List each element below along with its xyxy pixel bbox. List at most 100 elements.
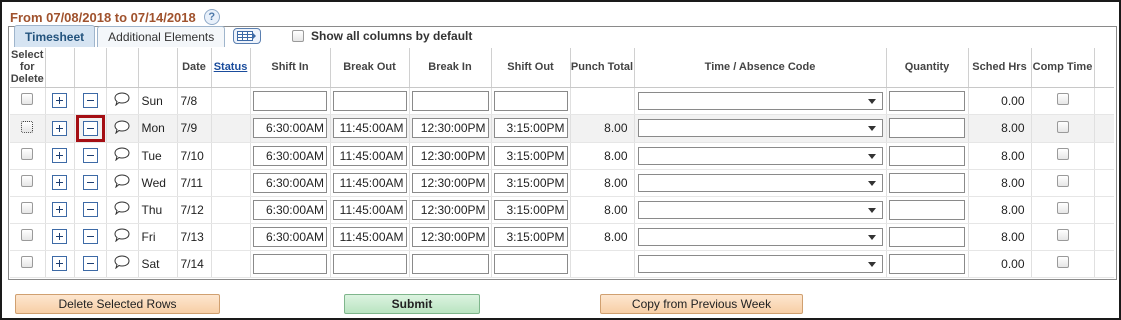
select-for-delete-checkbox[interactable] bbox=[21, 229, 34, 241]
col-status[interactable]: Status bbox=[210, 48, 250, 88]
break-in-input[interactable]: 12:30:00PM bbox=[411, 145, 489, 166]
comment-cell bbox=[105, 196, 138, 224]
add-row-button[interactable] bbox=[52, 175, 67, 191]
shift-out-input[interactable]: 3:15:00PM bbox=[493, 199, 568, 220]
shift-out-input[interactable]: 3:15:00PM bbox=[493, 118, 568, 138]
break-out-input[interactable]: 11:45:00AM bbox=[332, 199, 407, 220]
select-for-delete-checkbox[interactable] bbox=[21, 202, 34, 214]
quantity-input[interactable] bbox=[889, 118, 965, 138]
comp-time-checkbox[interactable] bbox=[1056, 256, 1069, 268]
add-row-button[interactable] bbox=[52, 202, 67, 218]
shift-out-input[interactable]: 3:15:00PM bbox=[493, 172, 568, 193]
shift-in-input[interactable] bbox=[253, 253, 327, 274]
add-row-button[interactable] bbox=[52, 256, 67, 272]
break-out-input[interactable]: 11:45:00AM bbox=[332, 172, 407, 193]
break-out-input[interactable]: 11:45:00AM bbox=[332, 145, 407, 166]
time-absence-code-select[interactable] bbox=[637, 91, 883, 110]
help-icon[interactable]: ? bbox=[203, 9, 220, 25]
time-absence-code-select[interactable] bbox=[637, 173, 883, 192]
quantity-input[interactable] bbox=[889, 253, 965, 274]
break-in-input[interactable]: 12:30:00PM bbox=[411, 118, 489, 138]
time-absence-code-select[interactable] bbox=[637, 227, 883, 246]
select-for-delete-checkbox[interactable] bbox=[21, 175, 34, 187]
remove-row-button[interactable] bbox=[82, 93, 98, 109]
time-absence-code-select[interactable] bbox=[637, 200, 883, 219]
shift-out-input[interactable] bbox=[493, 90, 568, 111]
tab-timesheet[interactable]: Timesheet bbox=[14, 25, 96, 47]
select-for-delete-checkbox[interactable] bbox=[21, 93, 34, 105]
tab-additional-elements[interactable]: Additional Elements bbox=[97, 26, 226, 47]
quantity-input[interactable] bbox=[889, 226, 965, 247]
remove-cell bbox=[73, 196, 106, 224]
shift-in-input[interactable]: 6:30:00AM bbox=[253, 145, 327, 166]
select-for-delete-checkbox[interactable] bbox=[21, 256, 34, 268]
break-out-cell: 11:45:00AM bbox=[329, 114, 409, 143]
add-row-button[interactable] bbox=[52, 148, 67, 164]
break-in-input[interactable]: 12:30:00PM bbox=[411, 226, 489, 247]
view-all-grid-icon[interactable] bbox=[233, 28, 262, 44]
copy-from-previous-week-button[interactable]: Copy from Previous Week bbox=[600, 294, 803, 314]
remove-cell bbox=[73, 223, 106, 251]
comment-bubble-icon[interactable] bbox=[114, 119, 130, 137]
break-out-input[interactable] bbox=[332, 253, 407, 274]
shift-in-input[interactable]: 6:30:00AM bbox=[253, 226, 327, 247]
select-cell bbox=[10, 169, 45, 197]
spacer-cell bbox=[1093, 250, 1114, 278]
shift-out-input[interactable]: 3:15:00PM bbox=[493, 145, 568, 166]
comp-time-cell bbox=[1030, 142, 1094, 170]
table-row: Tue 7/10 6:30:00AM 11:45:00AM 12:30:00PM 3:15… bbox=[10, 142, 1114, 170]
select-for-delete-checkbox[interactable] bbox=[21, 120, 34, 133]
date-cell: 7/9 bbox=[176, 114, 211, 143]
shift-in-cell: 6:30:00AM bbox=[249, 223, 330, 251]
break-out-input[interactable]: 11:45:00AM bbox=[332, 118, 407, 138]
remove-row-button[interactable] bbox=[82, 175, 98, 191]
quantity-input[interactable] bbox=[889, 145, 965, 166]
break-in-input[interactable]: 12:30:00PM bbox=[411, 199, 489, 220]
remove-row-button[interactable] bbox=[82, 256, 98, 272]
shift-in-input[interactable] bbox=[253, 90, 327, 111]
remove-row-button[interactable] bbox=[82, 202, 98, 218]
quantity-input[interactable] bbox=[889, 199, 965, 220]
comment-bubble-icon[interactable] bbox=[114, 228, 130, 245]
status-sort-link[interactable]: Status bbox=[214, 61, 248, 73]
comment-bubble-icon[interactable] bbox=[114, 147, 130, 164]
remove-row-button[interactable] bbox=[82, 148, 98, 164]
shift-out-input[interactable] bbox=[493, 253, 568, 274]
show-all-columns[interactable]: Show all columns by default bbox=[292, 29, 472, 43]
select-for-delete-checkbox[interactable] bbox=[21, 148, 34, 160]
comp-time-checkbox[interactable] bbox=[1056, 229, 1069, 241]
shift-in-input[interactable]: 6:30:00AM bbox=[253, 118, 327, 138]
break-out-input[interactable] bbox=[332, 90, 407, 111]
quantity-input[interactable] bbox=[889, 90, 965, 111]
break-out-input[interactable]: 11:45:00AM bbox=[332, 226, 407, 247]
comment-bubble-icon[interactable] bbox=[114, 174, 130, 191]
shift-in-input[interactable]: 6:30:00AM bbox=[253, 172, 327, 193]
comp-time-checkbox[interactable] bbox=[1056, 93, 1069, 105]
comp-time-checkbox[interactable] bbox=[1056, 175, 1069, 187]
comment-bubble-icon[interactable] bbox=[114, 92, 130, 109]
submit-button[interactable]: Submit bbox=[344, 294, 480, 314]
break-in-input[interactable] bbox=[411, 90, 489, 111]
add-row-button[interactable] bbox=[52, 229, 67, 245]
break-in-input[interactable]: 12:30:00PM bbox=[411, 172, 489, 193]
comment-bubble-icon[interactable] bbox=[114, 255, 130, 272]
comment-bubble-icon[interactable] bbox=[114, 201, 130, 218]
break-in-input[interactable] bbox=[411, 253, 489, 274]
remove-row-button[interactable] bbox=[82, 120, 98, 136]
time-absence-code-select[interactable] bbox=[637, 254, 883, 273]
shift-out-input[interactable]: 3:15:00PM bbox=[493, 226, 568, 247]
break-out-cell bbox=[329, 250, 409, 278]
shift-in-input[interactable]: 6:30:00AM bbox=[253, 199, 327, 220]
comp-time-checkbox[interactable] bbox=[1056, 120, 1069, 133]
delete-selected-rows-button[interactable]: Delete Selected Rows bbox=[15, 294, 220, 314]
add-row-button[interactable] bbox=[52, 120, 67, 136]
comp-time-checkbox[interactable] bbox=[1056, 202, 1069, 214]
show-all-checkbox[interactable] bbox=[292, 30, 304, 42]
time-absence-code-select[interactable] bbox=[637, 119, 883, 137]
add-row-button[interactable] bbox=[52, 93, 67, 109]
quantity-input[interactable] bbox=[889, 172, 965, 193]
col-quantity: Quantity bbox=[885, 48, 968, 88]
comp-time-checkbox[interactable] bbox=[1056, 148, 1069, 160]
remove-row-button[interactable] bbox=[82, 229, 98, 245]
time-absence-code-select[interactable] bbox=[637, 146, 883, 165]
